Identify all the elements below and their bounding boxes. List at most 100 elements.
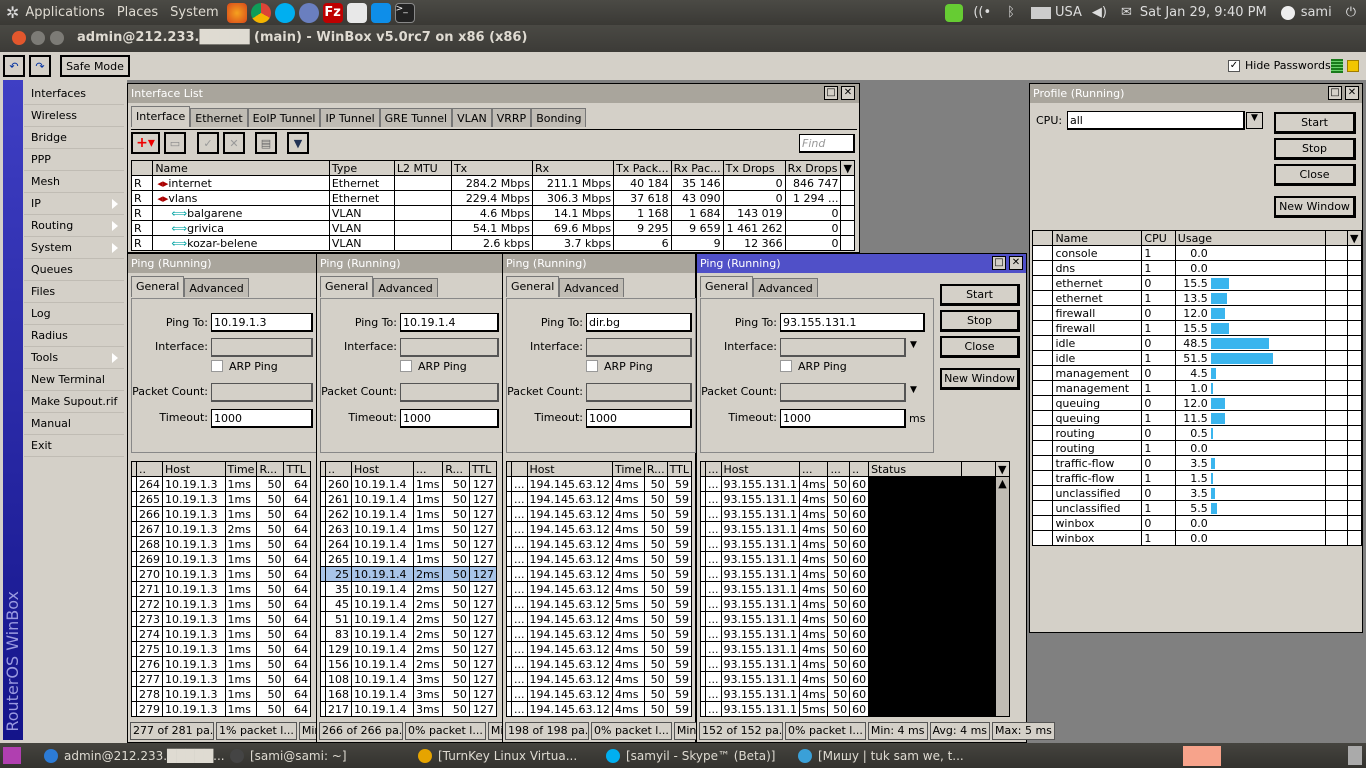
sidebar-item-tools[interactable]: Tools — [24, 347, 124, 369]
count-dropdown-icon[interactable]: ▼ — [910, 385, 917, 395]
timeout-input[interactable]: 1000 — [586, 409, 692, 428]
sidebar-item-system[interactable]: System — [24, 237, 124, 259]
column-header[interactable]: R... — [256, 461, 285, 477]
keyboard-layout[interactable]: USA — [1055, 5, 1082, 20]
interface-select[interactable] — [586, 338, 692, 357]
table-row[interactable]: 260 10.19.1.4 1ms 50 127 — [320, 476, 498, 492]
table-row[interactable]: 267 10.19.1.3 2ms 50 64 — [131, 521, 311, 537]
column-header[interactable]: TTL — [283, 461, 311, 477]
clock[interactable]: Sat Jan 29, 9:40 PM — [1140, 5, 1267, 20]
table-row[interactable]: 264 10.19.1.4 1ms 50 127 — [320, 536, 498, 552]
minimize-window-icon[interactable] — [31, 31, 45, 45]
show-desktop-icon[interactable] — [3, 747, 21, 764]
table-row[interactable]: 45 10.19.1.4 2ms 50 127 — [320, 596, 498, 612]
packet-count-select[interactable] — [586, 383, 692, 402]
table-row[interactable]: 156 10.19.1.4 2ms 50 127 — [320, 656, 498, 672]
sidebar-item-log[interactable]: Log — [24, 303, 124, 325]
wifi-icon[interactable]: ((• — [973, 5, 991, 20]
new-window-button[interactable]: New Window — [940, 368, 1020, 390]
sidebar-item-queues[interactable]: Queues — [24, 259, 124, 281]
ping-to-input[interactable]: 10.19.1.3 — [211, 313, 313, 332]
column-header[interactable]: Rx Drops — [784, 160, 842, 176]
chrome-icon[interactable] — [250, 2, 271, 23]
table-row[interactable]: ... 194.145.63.12 4ms 50 59 — [506, 476, 693, 492]
table-row[interactable]: R ⟺kozar-belene VLAN 2.6 kbps 3.7 kbps 6 9 12 3… — [130, 235, 855, 251]
tab-vrrp[interactable]: VRRP — [491, 108, 532, 127]
power-icon[interactable]: ⏻ — [1346, 5, 1356, 20]
table-row[interactable]: ... 194.145.63.12 4ms 50 59 — [506, 581, 693, 597]
sidebar-item-files[interactable]: Files — [24, 281, 124, 303]
table-row[interactable]: ... 194.145.63.12 4ms 50 59 — [506, 491, 693, 507]
column-menu-icon[interactable]: ▼ — [995, 461, 1010, 477]
bluetooth-icon[interactable]: ᛒ — [1007, 5, 1015, 20]
table-row[interactable]: ... 194.145.63.12 4ms 50 59 — [506, 611, 693, 627]
table-row[interactable]: console 1 0.0 — [1031, 245, 1362, 261]
table-row[interactable]: firewall 1 15.5 — [1031, 320, 1362, 336]
filter-button[interactable]: ▼ — [287, 132, 309, 154]
tab-ip-tunnel[interactable]: IP Tunnel — [320, 108, 380, 127]
tab-vlan[interactable]: VLAN — [452, 108, 492, 127]
tab-eoip-tunnel[interactable]: EoIP Tunnel — [247, 108, 321, 127]
table-row[interactable]: R ⟺grivica VLAN 54.1 Mbps 69.6 Mbps 9 295 9 65… — [130, 220, 855, 236]
table-row[interactable]: ... 93.155.131.1 4ms 50 60 ▲ — [700, 476, 1010, 717]
sidebar-item-new-terminal[interactable]: New Terminal — [24, 369, 124, 391]
table-row[interactable]: ethernet 1 13.5 — [1031, 290, 1362, 306]
table-row[interactable]: 271 10.19.1.3 1ms 50 64 — [131, 581, 311, 597]
column-header[interactable]: Status — [868, 461, 962, 477]
ping-to-input[interactable]: 93.155.131.1 — [780, 313, 925, 332]
table-row[interactable]: ... 194.145.63.12 4ms 50 59 — [506, 506, 693, 522]
table-row[interactable]: winbox 0 0.0 — [1031, 515, 1362, 531]
table-row[interactable]: ... 194.145.63.12 4ms 50 59 — [506, 566, 693, 582]
disable-button[interactable]: ✕ — [223, 132, 245, 154]
menu-applications[interactable]: Applications — [25, 5, 104, 20]
table-row[interactable]: ... 194.145.63.12 4ms 50 59 — [506, 536, 693, 552]
table-row[interactable]: 261 10.19.1.4 1ms 50 127 — [320, 491, 498, 507]
table-row[interactable]: 217 10.19.1.4 3ms 50 127 — [320, 701, 498, 717]
table-row[interactable]: 265 10.19.1.4 1ms 50 127 — [320, 551, 498, 567]
table-row[interactable]: 264 10.19.1.3 1ms 50 64 — [131, 476, 311, 492]
column-header[interactable]: Name — [152, 160, 330, 176]
terminal-icon[interactable]: >_ — [394, 2, 415, 23]
taskbar-item[interactable]: [Мишу | tuk sam we, t... — [796, 746, 976, 766]
sidebar-item-ip[interactable]: IP — [24, 193, 124, 215]
interface-select[interactable] — [400, 338, 499, 357]
new-window-button[interactable]: New Window — [1274, 196, 1356, 218]
column-header[interactable]: CPU — [1141, 230, 1176, 246]
column-header[interactable]: ... — [705, 461, 722, 477]
undo-button[interactable]: ↶ — [3, 55, 25, 77]
column-header[interactable]: Time — [611, 461, 645, 477]
column-header[interactable]: .. — [136, 461, 163, 477]
timeout-input[interactable]: 1000 — [780, 409, 906, 428]
sidebar-item-manual[interactable]: Manual — [24, 413, 124, 435]
stop-button[interactable]: Stop — [1274, 138, 1356, 160]
table-row[interactable]: R ◂▸vlans Ethernet 229.4 Mbps 306.3 Mbps 37 6… — [130, 190, 855, 206]
add-button[interactable]: +▾ — [131, 132, 160, 154]
maximize-window-icon[interactable] — [50, 31, 64, 45]
tab-interface[interactable]: Interface — [131, 106, 191, 127]
table-row[interactable]: queuing 0 12.0 — [1031, 395, 1362, 411]
checkbox-arp-ping[interactable] — [400, 360, 412, 372]
tab-advanced[interactable]: Advanced — [373, 278, 438, 297]
column-header[interactable]: Host — [720, 461, 800, 477]
ubuntu-logo-icon[interactable]: ✲ — [6, 3, 19, 22]
column-header[interactable]: R... — [442, 461, 470, 477]
table-row[interactable]: 263 10.19.1.4 1ms 50 127 — [320, 521, 498, 537]
interface-dropdown-icon[interactable]: ▼ — [910, 340, 917, 350]
tab-advanced[interactable]: Advanced — [559, 278, 624, 297]
table-row[interactable]: ... 194.145.63.12 4ms 50 59 — [506, 641, 693, 657]
tab-general[interactable]: General — [131, 276, 185, 297]
filezilla-icon[interactable]: Fz — [322, 2, 343, 23]
table-row[interactable]: 276 10.19.1.3 1ms 50 64 — [131, 656, 311, 672]
pidgin-icon[interactable] — [298, 2, 319, 23]
tab-advanced[interactable]: Advanced — [184, 278, 249, 297]
close-button[interactable]: Close — [940, 336, 1020, 358]
keyboard-icon[interactable] — [1030, 6, 1051, 19]
column-header[interactable]: Rx Pac... — [670, 160, 724, 176]
packet-count-select[interactable] — [780, 383, 906, 402]
firefox-icon[interactable] — [226, 2, 247, 23]
table-row[interactable]: ... 194.145.63.12 4ms 50 59 — [506, 626, 693, 642]
timeout-input[interactable]: 1000 — [211, 409, 313, 428]
table-row[interactable]: idle 0 48.5 — [1031, 335, 1362, 351]
table-row[interactable]: 272 10.19.1.3 1ms 50 64 — [131, 596, 311, 612]
table-row[interactable]: ... 194.145.63.12 4ms 50 59 — [506, 656, 693, 672]
